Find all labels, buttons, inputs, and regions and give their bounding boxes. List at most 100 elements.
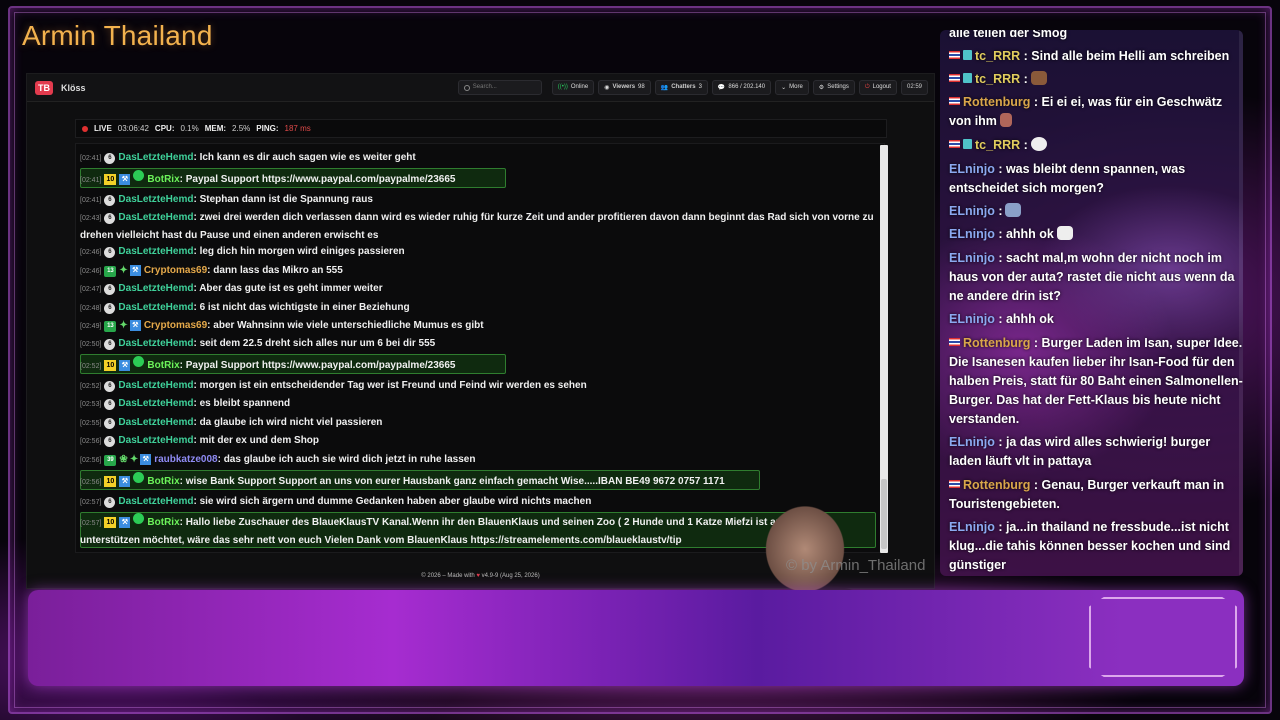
username[interactable]: Cryptomas69 <box>144 265 207 276</box>
sub-badge-icon <box>963 50 972 60</box>
live-indicator-icon <box>82 125 88 132</box>
emote-icon <box>1030 137 1047 151</box>
online-status-button[interactable]: ((•)) Online <box>551 80 595 95</box>
username[interactable]: raubkatze008 <box>154 454 217 465</box>
chat-message: [02:50] 6 DasLetzteHemd: seit dem 22.5 dre… <box>80 338 436 350</box>
chat-message: [02:46] 6 DasLetzteHemd: leg dich hin morg… <box>80 246 405 258</box>
gift-icon: ❀ <box>119 454 128 465</box>
username[interactable]: DasLetzteHemd <box>118 380 193 391</box>
verified-icon <box>133 513 145 524</box>
more-button[interactable]: ⌄ More <box>775 80 809 95</box>
chat-scrollbar[interactable] <box>880 145 888 553</box>
settings-button[interactable]: ⚙ Settings <box>812 80 855 95</box>
username[interactable]: BotRix <box>147 174 179 185</box>
logout-button[interactable]: ⏻ Logout <box>858 80 897 95</box>
search-input[interactable]: Search... <box>457 80 542 95</box>
username[interactable]: DasLetzteHemd <box>118 496 193 507</box>
bot-badge-icon: 10 <box>104 360 117 371</box>
watermark: © by Armin_Thailand <box>786 557 926 574</box>
stream-status-bar: LIVE 03:06:42 CPU: 0.1% MEM: 2.5% PING: 187… <box>75 119 887 138</box>
heart-icon: ♥ <box>476 573 480 579</box>
verified-icon <box>133 170 145 181</box>
emote-icon <box>1030 71 1047 85</box>
username[interactable]: BotRix <box>147 476 179 487</box>
chatters-button[interactable]: 👥 Chatters 3 <box>654 80 708 95</box>
username[interactable]: BotRix <box>147 517 179 528</box>
username[interactable]: DasLetzteHemd <box>118 283 193 294</box>
emote-icon <box>1056 226 1073 240</box>
clock: 02:59 <box>900 80 928 95</box>
overlay-message: ELninjo : ja...in thailand ne fressbude.… <box>949 520 1231 572</box>
user-badge-icon: 6 <box>104 195 116 206</box>
sub-badge-icon: 13 <box>104 321 117 332</box>
moderator-icon: ⚒ <box>119 174 131 185</box>
username[interactable]: DasLetzteHemd <box>118 398 193 409</box>
chat-message: [02:55] 6 DasLetzteHemd: da glaube ich wir… <box>80 417 383 429</box>
chat-message: [02:56] 39 ❀ ✦ ⚒ raubkatze008: das glaube ich… <box>80 454 476 466</box>
user-badge-icon: 6 <box>104 153 116 164</box>
chat-message: [02:41] 10 ⚒ BotRix: Paypal Support https:/… <box>80 170 880 189</box>
username[interactable]: DasLetzteHemd <box>118 194 193 205</box>
sub-badge-icon: 13 <box>104 266 117 277</box>
emote-icon <box>1005 203 1022 217</box>
username[interactable]: DasLetzteHemd <box>118 246 193 257</box>
user-badge-icon: 6 <box>104 284 116 295</box>
moderator-icon: ⚒ <box>119 476 131 487</box>
chat-message: [02:52] 6 DasLetzteHemd: morgen ist ein en… <box>80 380 587 392</box>
sparkle-icon: ✦ <box>129 454 139 465</box>
messages-count-button[interactable]: 💬 866 / 202.140 <box>711 80 772 95</box>
user-badge-icon: 6 <box>104 497 116 508</box>
bottom-frame-box <box>1089 597 1237 677</box>
thai-flag-icon <box>949 51 960 59</box>
brand-name[interactable]: Klöss <box>61 83 86 93</box>
user-badge-icon: 6 <box>104 381 116 392</box>
sub-badge-icon <box>963 139 972 149</box>
overlay-message: tc_RRR : Sind alle beim Helli am schreib… <box>949 47 1243 66</box>
username[interactable]: DasLetzteHemd <box>118 338 193 349</box>
user-badge-icon: 6 <box>104 303 116 314</box>
overlay-message: tc_RRR : <box>949 136 1243 155</box>
viewers-button[interactable]: ◉ Viewers 98 <box>598 80 651 95</box>
username[interactable]: DasLetzteHemd <box>118 152 193 163</box>
app-logo[interactable]: TB <box>35 80 53 95</box>
username[interactable]: DasLetzteHemd <box>118 435 193 446</box>
emote-icon <box>999 113 1012 127</box>
chat-message: [02:47] 6 DasLetzteHemd: Aber das gute ist… <box>80 283 383 295</box>
overlay-message: ELninjo : ahhh ok <box>949 225 1243 244</box>
thai-flag-icon <box>949 74 960 82</box>
bot-badge-icon: 10 <box>104 476 117 487</box>
bot-badge-icon: 10 <box>104 517 117 528</box>
stream-chat-overlay: alle teilen der Smog tc_RRR : Sind alle … <box>940 30 1243 576</box>
overlay-message: Rottenburg : Genau, Burger verkauft man … <box>949 478 1225 511</box>
channel-title: Armin Thailand <box>22 20 213 51</box>
overlay-message: ELninjo : sacht mal,m wohn der nicht noc… <box>949 251 1235 303</box>
verified-icon <box>133 472 145 483</box>
username[interactable]: DasLetzteHemd <box>118 417 193 428</box>
username[interactable]: DasLetzteHemd <box>118 302 193 313</box>
chat-message: [02:41] 6 DasLetzteHemd: Stephan dann ist … <box>80 194 373 206</box>
chat-message: [02:53] 6 DasLetzteHemd: es bleibt spannen… <box>80 398 291 410</box>
logout-icon: ⏻ <box>864 84 870 90</box>
sub-badge-icon <box>963 73 972 83</box>
thai-flag-icon <box>949 140 960 148</box>
moderator-icon: ⚒ <box>119 517 131 528</box>
chevron-down-icon: ⌄ <box>781 85 787 91</box>
user-badge-icon: 6 <box>104 399 116 410</box>
chat-message: [02:43] 6 DasLetzteHemd: zwei drei werden … <box>80 212 874 241</box>
chat-message: [02:49] 13 ✦ ⚒ Cryptomas69: aber Wahnsinn wi… <box>80 320 484 332</box>
bottom-banner <box>28 590 1244 686</box>
overlay-message: ELninjo : ahhh ok <box>949 312 1054 326</box>
sub-badge-icon: 39 <box>104 455 117 466</box>
user-badge-icon: 6 <box>104 247 116 258</box>
user-badge-icon: 6 <box>104 213 116 224</box>
chat-dashboard-window: TB Klöss Search... ((•)) Online ◉ Viewers 9… <box>26 73 935 629</box>
moderator-icon: ⚒ <box>140 454 152 465</box>
chat-log[interactable]: [02:41] 6 DasLetzteHemd: Ich kann es dir a… <box>75 143 885 553</box>
overlay-message: alle teilen der Smog <box>949 30 1068 40</box>
username[interactable]: DasLetzteHemd <box>118 212 193 223</box>
username[interactable]: BotRix <box>147 360 179 371</box>
username[interactable]: Cryptomas69 <box>144 320 207 331</box>
chat-message: [02:46] 13 ✦ ⚒ Cryptomas69: dann lass das Mi… <box>80 265 343 277</box>
user-badge-icon: 6 <box>104 418 116 429</box>
chat-message: [02:56] 10 ⚒ BotRix: wise Bank Support Supp… <box>80 472 880 491</box>
